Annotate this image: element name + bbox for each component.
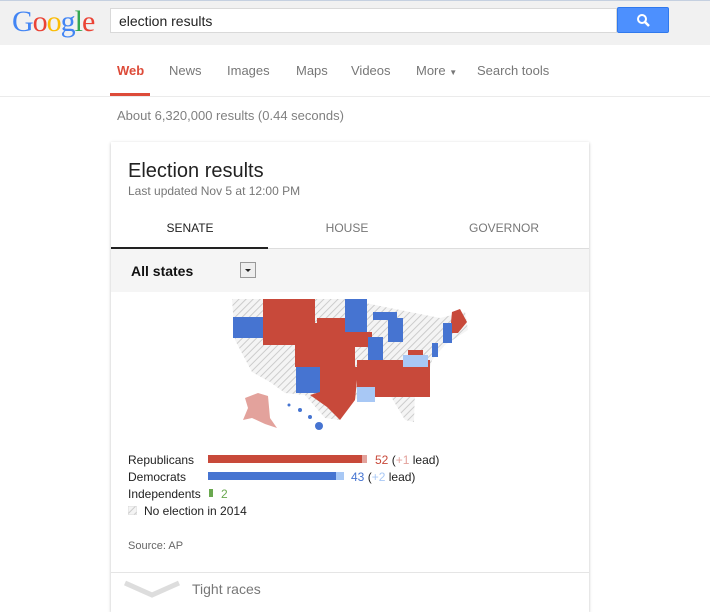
lead-label: lead): [388, 470, 416, 484]
tab-more[interactable]: More ▼: [416, 63, 457, 78]
state-alaska[interactable]: [243, 393, 277, 428]
republicans-lead-bar: [362, 455, 367, 463]
tab-maps[interactable]: Maps: [296, 63, 328, 78]
header: Google election results: [0, 0, 710, 45]
legend-independents-label: Independents: [128, 487, 201, 501]
result-stats: About 6,320,000 results (0.44 seconds): [117, 108, 344, 123]
state-wyoming[interactable]: [288, 323, 317, 345]
state-minnesota[interactable]: [345, 299, 367, 332]
tight-races-toggle[interactable]: Tight races: [192, 581, 261, 597]
state-michigan-up[interactable]: [373, 312, 397, 320]
magnifier-icon: [637, 14, 650, 27]
democrats-bar: [208, 472, 336, 480]
democrats-lead-bar: [336, 472, 344, 480]
state-louisiana[interactable]: [357, 387, 375, 402]
source-label: Source: AP: [128, 540, 184, 552]
search-input[interactable]: election results: [110, 8, 617, 33]
caret-down-icon: ▼: [449, 68, 458, 77]
election-card: Election results Last updated Nov 5 at 1…: [111, 142, 589, 612]
state-hawaii[interactable]: [287, 403, 291, 407]
state-hawaii[interactable]: [298, 408, 302, 412]
state-new-mexico[interactable]: [296, 367, 320, 393]
state-idaho[interactable]: [263, 323, 288, 345]
republicans-seats: 52: [375, 453, 389, 467]
search-button[interactable]: [617, 7, 669, 33]
legend-no-election-label: No election in 2014: [144, 504, 247, 518]
tab-images[interactable]: Images: [227, 63, 270, 78]
us-senate-map[interactable]: [111, 142, 589, 442]
democrats-seats: 43: [351, 470, 365, 484]
state-hawaii[interactable]: [315, 422, 323, 430]
google-logo[interactable]: Google: [12, 5, 95, 39]
chevron-down-icon[interactable]: [123, 579, 181, 599]
legend-democrats-label: Democrats: [128, 470, 187, 484]
state-montana-idaho[interactable]: [263, 299, 315, 323]
tab-web[interactable]: Web: [117, 63, 144, 78]
divider: [111, 572, 589, 573]
state-new-england[interactable]: [443, 323, 452, 343]
search-tools-button[interactable]: Search tools: [477, 63, 549, 78]
more-label: More: [416, 63, 446, 78]
hatch-swatch-icon: [128, 506, 137, 515]
state-virginia[interactable]: [403, 355, 428, 367]
independents-bar: [209, 489, 213, 497]
lead-label: lead): [412, 453, 440, 467]
state-michigan[interactable]: [388, 318, 403, 342]
independents-seats: 2: [221, 487, 228, 501]
democrats-lead: +2: [371, 470, 386, 484]
tab-news[interactable]: News: [169, 63, 202, 78]
state-hawaii[interactable]: [308, 415, 312, 419]
legend-republicans-label: Republicans: [128, 453, 195, 467]
republicans-bar: [208, 455, 362, 463]
tab-videos[interactable]: Videos: [351, 63, 391, 78]
republicans-lead: +1: [395, 453, 410, 467]
state-oregon[interactable]: [233, 317, 263, 338]
state-new-jersey-delaware[interactable]: [432, 343, 438, 357]
divider: [0, 96, 710, 97]
